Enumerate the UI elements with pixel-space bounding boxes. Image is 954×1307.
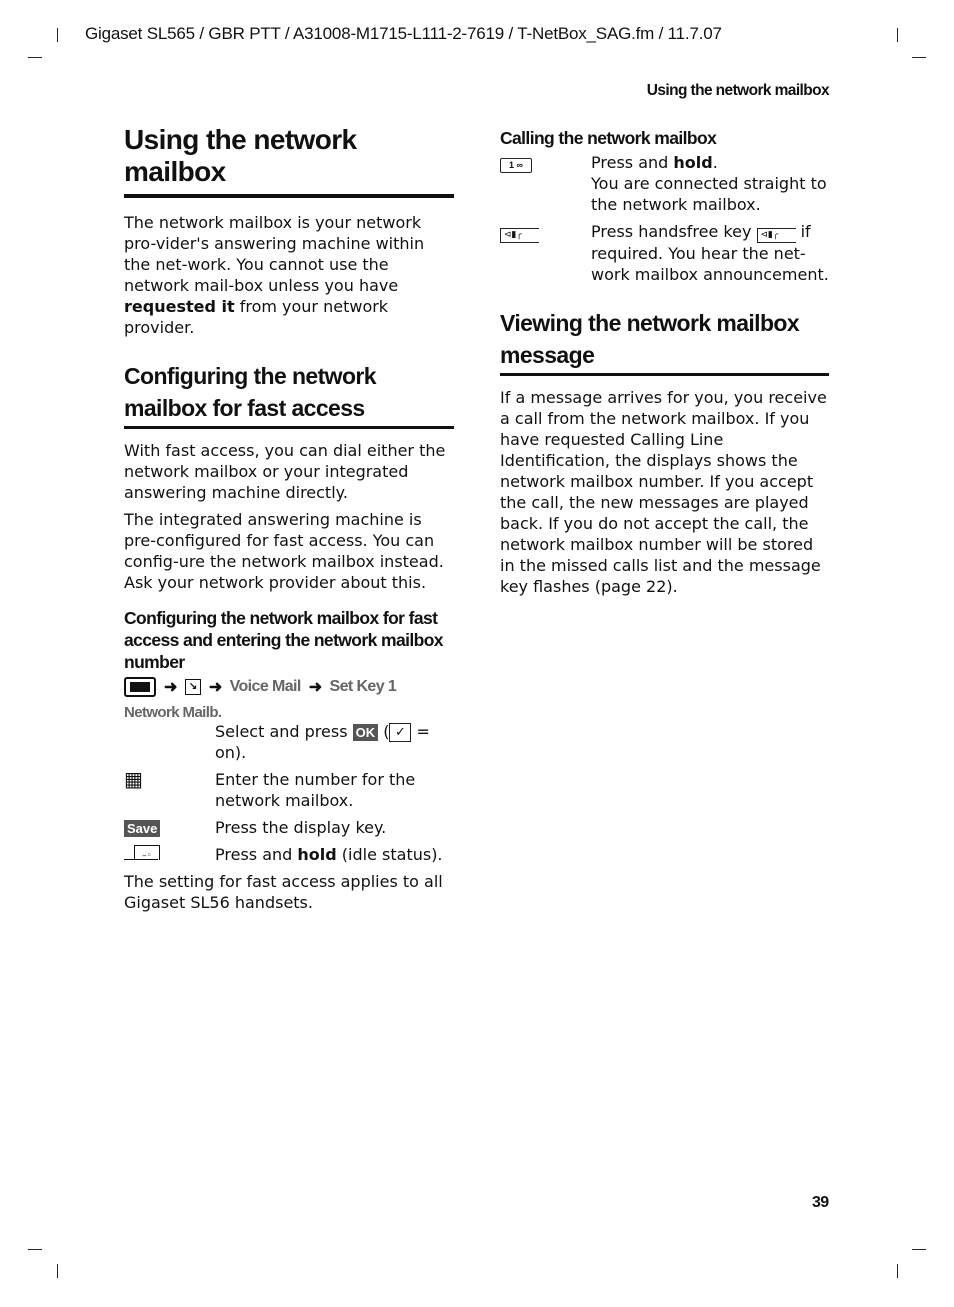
keypad-icon: ▦: [124, 767, 143, 791]
step-row: 1 ∞ Press and hold. You are connected str…: [500, 152, 829, 215]
settings-icon: ↘: [184, 679, 201, 695]
page-title: Using the network mailbox: [124, 120, 454, 198]
arrow-icon: ➜: [164, 679, 177, 696]
end-call-key-icon: –◦: [124, 845, 160, 861]
left-column: Using the network mailbox The network ma…: [124, 120, 454, 913]
crop-mark: [28, 57, 42, 58]
step-row: ⊲▮╭ Press handsfree key ⊲▮╭ if required.…: [500, 222, 829, 284]
viewing-heading: Viewing the network mailbox message: [500, 307, 829, 376]
right-column: Calling the network mailbox 1 ∞ Press an…: [500, 120, 829, 597]
key-1-voicemail-icon: 1 ∞: [500, 158, 532, 173]
ok-key: OK: [352, 724, 379, 741]
arrow-icon: ➜: [308, 679, 322, 696]
handsfree-key-icon: ⊲▮╭: [756, 228, 796, 243]
config-paragraph-2: The integrated answering machine is pre-…: [124, 510, 444, 592]
footer-note: The setting for fast access applies to a…: [124, 872, 443, 912]
crop-mark: [897, 28, 898, 42]
checkbox-icon: ✓: [389, 723, 412, 742]
calling-heading: Calling the network mailbox: [500, 128, 717, 148]
menu-path: ➜ ↘ ➜ Voice Mail ➜ Set Key 1: [124, 677, 454, 697]
arrow-icon: ➜: [208, 679, 222, 696]
handsfree-key-icon: ⊲▮╭: [500, 228, 539, 243]
crop-mark: [28, 1249, 42, 1250]
step-row: ▦ Enter the number for the network mailb…: [124, 767, 416, 811]
section-title: Using the network mailbox: [646, 82, 830, 99]
step-row: Save Press the display key.: [124, 817, 454, 838]
crop-mark: [912, 1249, 926, 1250]
step-row: Select and press OK (✓ = on).: [215, 722, 430, 762]
menu-item-voice-mail: Voice Mail: [229, 678, 302, 695]
crop-mark: [57, 28, 58, 42]
page-number: 39: [812, 1194, 829, 1211]
intro-paragraph: The network mailbox is your network pro-…: [124, 213, 425, 337]
config-heading: Configuring the network mailbox for fast…: [124, 360, 454, 429]
config-paragraph-1: With fast access, you can dial either th…: [124, 441, 446, 502]
running-head: Gigaset SL565 / GBR PTT / A31008-M1715-L…: [85, 24, 722, 43]
crop-mark: [912, 57, 926, 58]
save-key: Save: [124, 820, 161, 837]
step-row: –◦ Press and hold (idle status).: [124, 844, 454, 865]
menu-key-icon: [124, 677, 156, 697]
option-label: Network Mailb.: [124, 704, 222, 721]
menu-item-set-key: Set Key 1: [329, 678, 397, 695]
sub-heading: Configuring the network mailbox for fast…: [124, 608, 444, 672]
viewing-paragraph: If a message arrives for you, you receiv…: [500, 388, 827, 596]
crop-mark: [57, 1264, 58, 1278]
crop-mark: [897, 1264, 898, 1278]
